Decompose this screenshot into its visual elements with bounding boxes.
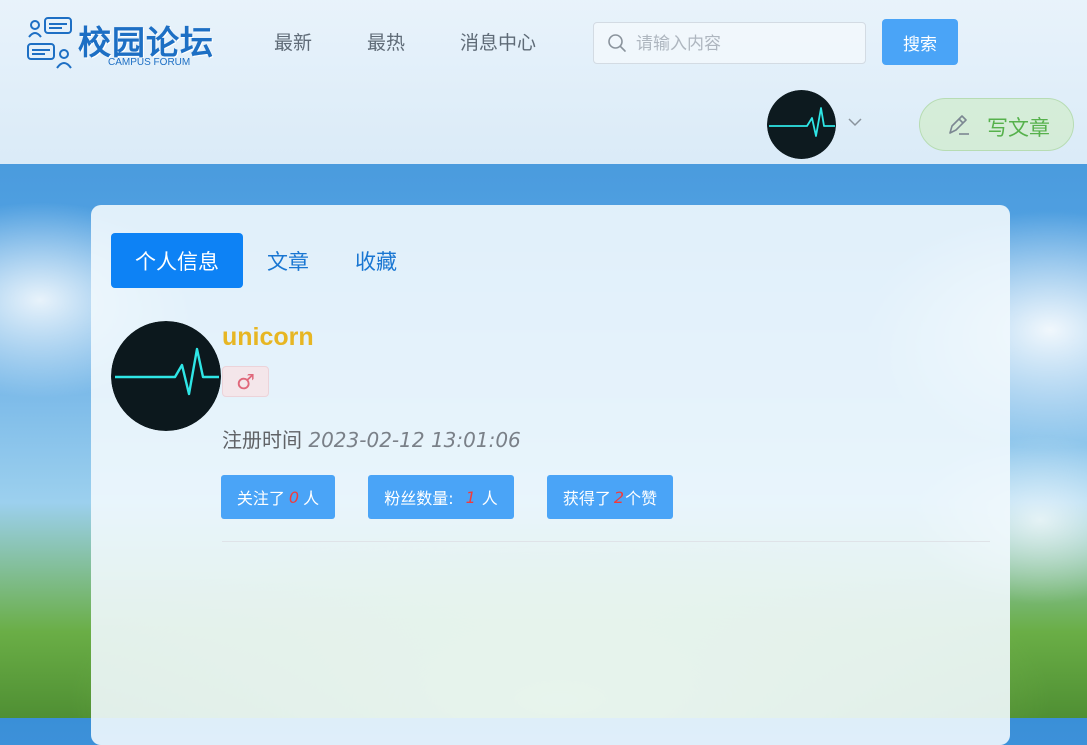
following-button[interactable]: 关注了 0 人 [221, 475, 335, 519]
site-logo[interactable]: 校园论坛 CAMPUS FORUM [26, 14, 226, 74]
logo-subtitle: CAMPUS FORUM [108, 57, 191, 68]
tab-articles[interactable]: 文章 [254, 233, 322, 288]
likes-prefix: 获得了 [562, 489, 611, 508]
followers-suffix: 人 [481, 489, 498, 508]
register-time: 2023-02-12 13:01:06 [308, 428, 521, 452]
likes-suffix: 个赞 [625, 489, 658, 508]
pencil-icon [949, 115, 969, 135]
top-header: 校园论坛 CAMPUS FORUM 最新 最热 消息中心 搜索 写文章 [0, 0, 1087, 164]
nav-message-center[interactable]: 消息中心 [460, 28, 536, 55]
search-icon [608, 34, 626, 52]
profile-avatar [111, 321, 221, 431]
nav-hottest[interactable]: 最热 [367, 28, 405, 55]
heartbeat-avatar-icon [111, 321, 221, 431]
search-button[interactable]: 搜索 [882, 19, 958, 65]
likes-count: 2 [613, 487, 625, 507]
followers-button[interactable]: 粉丝数量: 1 人 [368, 475, 514, 519]
followers-count: 1 [465, 487, 476, 507]
tab-personal-info[interactable]: 个人信息 [111, 233, 243, 288]
gender-male-icon: ♂ [222, 366, 269, 397]
search-input[interactable] [634, 29, 858, 59]
following-prefix: 关注了 [236, 489, 285, 508]
profile-card: 个人信息 文章 收藏 unicorn ♂ 注册时间 2023-02-12 13:… [91, 205, 1010, 745]
followers-prefix: 粉丝数量: [384, 489, 454, 508]
following-count: 0 [288, 487, 300, 507]
search-box [593, 22, 866, 64]
write-article-button[interactable]: 写文章 [919, 98, 1074, 151]
user-avatar[interactable] [767, 90, 836, 159]
register-label: 注册时间 [222, 428, 302, 452]
likes-button[interactable]: 获得了 2 个赞 [547, 475, 673, 519]
nav-latest[interactable]: 最新 [274, 28, 312, 55]
chevron-down-icon[interactable] [847, 114, 863, 130]
tab-favorites[interactable]: 收藏 [342, 233, 410, 288]
following-suffix: 人 [303, 489, 320, 508]
write-article-label: 写文章 [987, 116, 1050, 140]
forum-logo-icon [27, 17, 72, 69]
heartbeat-avatar-icon [767, 90, 836, 159]
profile-username: unicorn [222, 323, 314, 351]
register-info: 注册时间 2023-02-12 13:01:06 [222, 424, 521, 453]
section-divider [222, 541, 990, 542]
